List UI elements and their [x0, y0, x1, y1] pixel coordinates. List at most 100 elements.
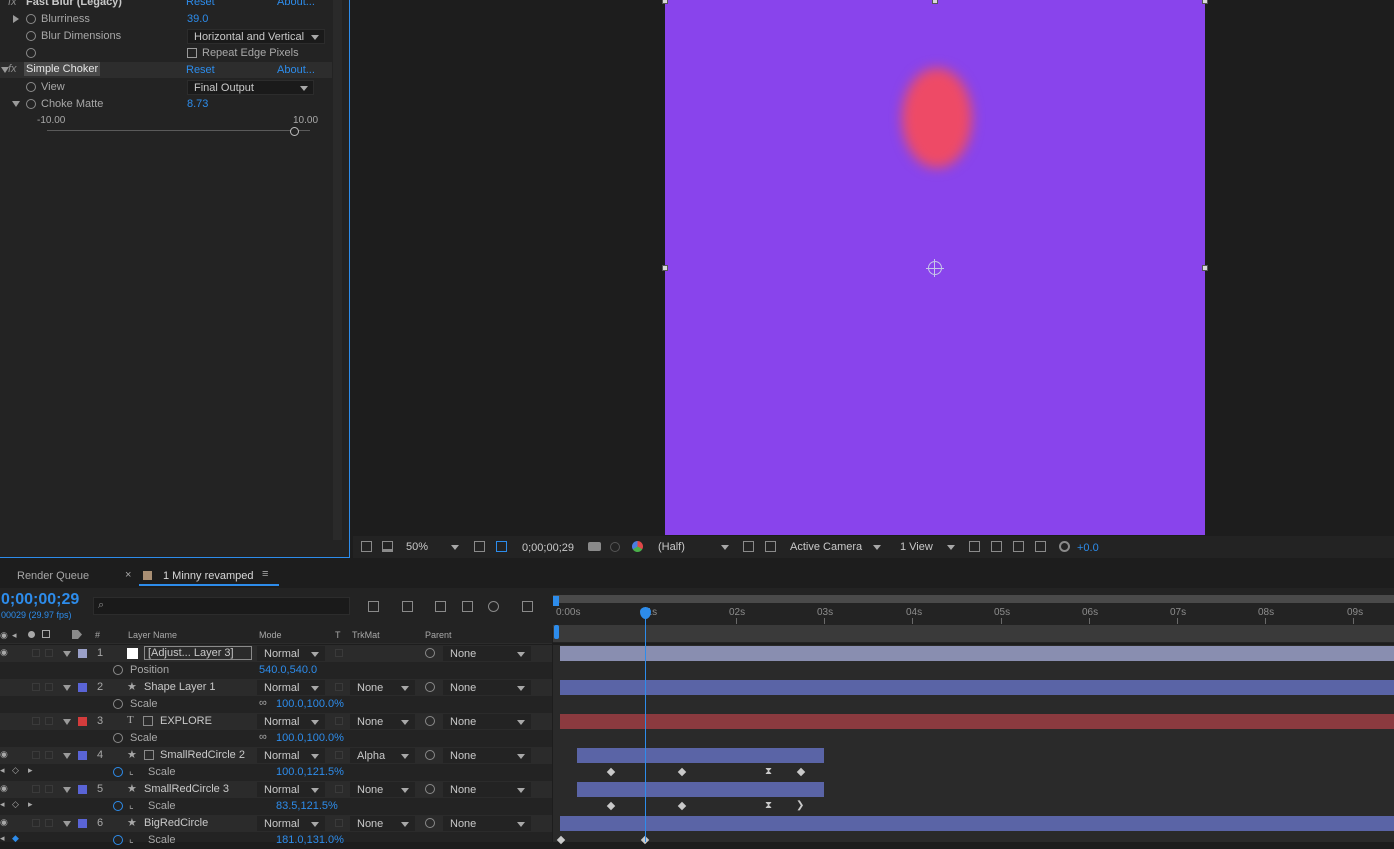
- parent-dropdown[interactable]: None: [443, 816, 531, 831]
- pickwhip-icon[interactable]: [425, 716, 435, 726]
- lock-icon[interactable]: [42, 630, 50, 638]
- parent-dropdown[interactable]: None: [443, 646, 531, 661]
- comp-canvas[interactable]: [665, 0, 1205, 535]
- layer-duration-bar[interactable]: [560, 714, 1394, 729]
- trkmat-dropdown[interactable]: None: [350, 816, 415, 831]
- label-color[interactable]: [78, 649, 87, 658]
- next-keyframe-icon[interactable]: ▸: [28, 765, 33, 776]
- keyframe[interactable]: [677, 801, 687, 811]
- graph-icon[interactable]: ⌞: [129, 766, 134, 777]
- property-value[interactable]: 83.5,121.5%: [276, 800, 338, 812]
- collapse-arrow-icon[interactable]: [63, 821, 71, 827]
- time-ruler[interactable]: [553, 595, 1394, 643]
- pickwhip-icon[interactable]: [425, 682, 435, 692]
- collapse-arrow-icon[interactable]: [12, 101, 20, 107]
- collapse-arrow-icon[interactable]: [63, 753, 71, 759]
- pixel-aspect-icon[interactable]: [969, 541, 980, 552]
- property-value[interactable]: 181.0,131.0%: [276, 834, 344, 846]
- blur-dimensions-dropdown[interactable]: Horizontal and Vertical: [187, 29, 325, 44]
- stopwatch-icon[interactable]: [113, 801, 123, 811]
- stopwatch-icon[interactable]: [113, 767, 123, 777]
- toggle-transparency-icon[interactable]: [765, 541, 776, 552]
- layer-row[interactable]: ◉ 4 ★ SmallRedCircle 2 Normal Alpha None: [0, 747, 552, 764]
- property-value[interactable]: 100.0,121.5%: [276, 766, 344, 778]
- transform-handle[interactable]: [1202, 265, 1208, 271]
- layer-row[interactable]: ◉ 6 ★ BigRedCircle Normal None None: [0, 815, 552, 832]
- transform-handle[interactable]: [662, 265, 668, 271]
- collapse-arrow-icon[interactable]: [63, 651, 71, 657]
- link-icon[interactable]: ∞: [259, 697, 267, 709]
- fast-previews-icon[interactable]: [743, 541, 754, 552]
- about-link[interactable]: About...: [277, 0, 315, 8]
- graph-editor-icon[interactable]: [522, 601, 533, 612]
- choke-slider-handle[interactable]: [290, 127, 299, 136]
- keyframe[interactable]: [796, 767, 806, 777]
- mode-dropdown[interactable]: Normal: [257, 646, 325, 661]
- transparency-grid-icon[interactable]: [496, 541, 507, 552]
- pickwhip-icon[interactable]: [425, 648, 435, 658]
- layer-name[interactable]: BigRedCircle: [144, 817, 208, 829]
- effect-name-simple-choker[interactable]: Simple Choker: [24, 62, 101, 76]
- keyframe[interactable]: [556, 835, 566, 845]
- fx-icon[interactable]: fx: [8, 63, 17, 75]
- trkmat-dropdown[interactable]: None: [350, 782, 415, 797]
- work-area-start[interactable]: [554, 625, 559, 639]
- stopwatch-icon[interactable]: [26, 14, 36, 24]
- eye-icon[interactable]: ◉: [0, 749, 8, 760]
- flowchart-icon[interactable]: [1035, 541, 1046, 552]
- keyframe[interactable]: [606, 767, 616, 777]
- stopwatch-icon[interactable]: [26, 99, 36, 109]
- hide-shy-layers-icon[interactable]: [435, 601, 446, 612]
- viewer-timecode[interactable]: 0;00;00;29: [522, 542, 574, 554]
- repeat-edge-checkbox[interactable]: [187, 48, 197, 58]
- layer-row[interactable]: 3 T EXPLORE Normal None None: [0, 713, 552, 730]
- label-color[interactable]: [78, 683, 87, 692]
- parent-dropdown[interactable]: None: [443, 714, 531, 729]
- stopwatch-icon[interactable]: [113, 699, 123, 709]
- tab-composition[interactable]: 1 Minny revamped: [163, 570, 254, 582]
- stopwatch-icon[interactable]: [113, 665, 123, 675]
- layer-duration-bar[interactable]: [560, 646, 1394, 661]
- add-keyframe-icon[interactable]: ◆: [12, 833, 19, 844]
- effect-controls-scrollbar[interactable]: [333, 0, 342, 540]
- expand-arrow-icon[interactable]: [13, 15, 19, 23]
- prev-keyframe-icon[interactable]: ◂: [0, 833, 5, 844]
- about-link[interactable]: About...: [277, 64, 315, 76]
- reset-link[interactable]: Reset: [186, 0, 215, 8]
- graph-icon[interactable]: ⌞: [129, 800, 134, 811]
- region-of-interest-icon[interactable]: [474, 541, 485, 552]
- layer-duration-bar[interactable]: [577, 782, 824, 797]
- solo-icon[interactable]: [28, 631, 35, 638]
- link-icon[interactable]: ∞: [259, 731, 267, 743]
- layer-row[interactable]: ◉ 5 ★ SmallRedCircle 3 Normal None None: [0, 781, 552, 798]
- collapse-arrow-icon[interactable]: [63, 719, 71, 725]
- color-channels-icon[interactable]: [632, 541, 643, 552]
- eye-icon[interactable]: ◉: [0, 647, 8, 658]
- tab-menu-icon[interactable]: ≡: [262, 568, 268, 580]
- comp-mini-flowchart-icon[interactable]: [368, 601, 379, 612]
- add-keyframe-icon[interactable]: ◇: [12, 765, 19, 776]
- mode-dropdown[interactable]: Normal: [257, 714, 325, 729]
- keyframe[interactable]: ⧗: [765, 766, 772, 777]
- add-keyframe-icon[interactable]: ◇: [12, 799, 19, 810]
- pickwhip-icon[interactable]: [425, 784, 435, 794]
- layer-row[interactable]: ◉ 1 [Adjust... Layer 3] Normal None: [0, 645, 552, 662]
- draft-3d-icon[interactable]: [402, 601, 413, 612]
- layer-name[interactable]: Shape Layer 1: [144, 681, 216, 693]
- keyframe[interactable]: [677, 767, 687, 777]
- label-color[interactable]: [78, 819, 87, 828]
- camera-dropdown[interactable]: Active Camera: [783, 539, 887, 554]
- view-dropdown[interactable]: Final Output: [187, 80, 314, 95]
- transform-handle[interactable]: [932, 0, 938, 4]
- stopwatch-icon[interactable]: [26, 48, 36, 58]
- layer-name[interactable]: EXPLORE: [160, 715, 212, 727]
- motion-blur-icon[interactable]: [488, 601, 499, 612]
- keyframe[interactable]: ❯: [796, 800, 804, 811]
- trkmat-dropdown[interactable]: Alpha: [350, 748, 415, 763]
- stopwatch-icon[interactable]: [113, 733, 123, 743]
- monitor-icon[interactable]: [382, 541, 393, 552]
- reset-exposure-icon[interactable]: [1059, 541, 1070, 552]
- property-value[interactable]: 100.0,100.0%: [276, 698, 344, 710]
- eye-icon[interactable]: ◉: [0, 817, 8, 828]
- pickwhip-icon[interactable]: [425, 750, 435, 760]
